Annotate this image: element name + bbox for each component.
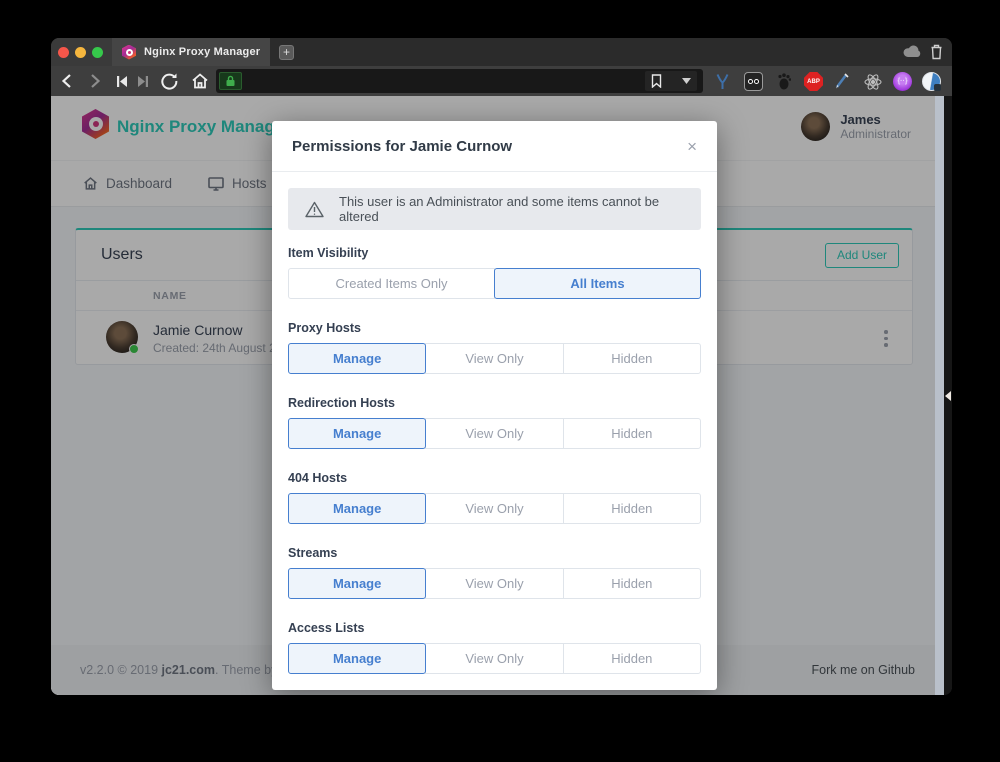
react-devtools-icon[interactable] bbox=[863, 72, 882, 91]
warning-triangle-icon bbox=[305, 201, 324, 218]
option-button-view-only[interactable]: View Only bbox=[425, 343, 563, 374]
panel-toggle-arrow-icon[interactable] bbox=[945, 391, 951, 401]
tab-title: Nginx Proxy Manager bbox=[144, 46, 260, 58]
admin-warning-alert: This user is an Administrator and some i… bbox=[288, 188, 701, 230]
adblock-plus-icon[interactable]: ABP bbox=[804, 72, 823, 91]
browser-toolbar: ABP {··} bbox=[51, 66, 952, 96]
extension-clock-icon[interactable] bbox=[922, 72, 941, 91]
permission-label-proxy-hosts: Proxy Hosts bbox=[288, 321, 701, 335]
https-lock-icon[interactable] bbox=[219, 72, 242, 90]
option-button-manage[interactable]: Manage bbox=[288, 418, 426, 449]
option-button-view-only[interactable]: View Only bbox=[425, 418, 563, 449]
rewind-icon[interactable] bbox=[115, 75, 128, 88]
option-button-all-items[interactable]: All Items bbox=[494, 268, 701, 299]
permissions-modal: Permissions for Jamie Curnow × This user… bbox=[272, 121, 717, 690]
extension-purple-icon[interactable]: {··} bbox=[893, 72, 912, 91]
extension-goggles-icon[interactable] bbox=[744, 72, 763, 91]
address-bar[interactable] bbox=[216, 69, 703, 93]
permission-label-item-visibility: Item Visibility bbox=[288, 246, 701, 260]
permission-group-access-lists: ManageView OnlyHidden bbox=[288, 643, 701, 674]
option-button-manage[interactable]: Manage bbox=[288, 493, 426, 524]
option-button-hidden[interactable]: Hidden bbox=[563, 493, 701, 524]
modal-close-icon[interactable]: × bbox=[687, 138, 697, 155]
minimize-window-button[interactable] bbox=[75, 47, 86, 58]
fast-forward-icon[interactable] bbox=[137, 75, 150, 88]
option-button-view-only[interactable]: View Only bbox=[425, 493, 563, 524]
extension-fork-icon[interactable] bbox=[713, 72, 732, 91]
modal-title: Permissions for Jamie Curnow bbox=[292, 138, 512, 155]
modal-body: This user is an Administrator and some i… bbox=[272, 172, 717, 690]
modal-header: Permissions for Jamie Curnow × bbox=[272, 121, 717, 172]
forward-icon[interactable] bbox=[88, 73, 102, 89]
reload-icon[interactable] bbox=[161, 72, 178, 90]
permission-label-streams: Streams bbox=[288, 546, 701, 560]
option-button-hidden[interactable]: Hidden bbox=[563, 568, 701, 599]
zoom-window-button[interactable] bbox=[92, 47, 103, 58]
option-button-manage[interactable]: Manage bbox=[288, 343, 426, 374]
permission-group-redirection-hosts: ManageView OnlyHidden bbox=[288, 418, 701, 449]
option-button-created-items-only[interactable]: Created Items Only bbox=[288, 268, 495, 299]
option-button-hidden[interactable]: Hidden bbox=[563, 343, 701, 374]
permission-label-404-hosts: 404 Hosts bbox=[288, 471, 701, 485]
admin-warning-text: This user is an Administrator and some i… bbox=[339, 194, 684, 224]
page-scrollbar[interactable] bbox=[935, 96, 944, 695]
browser-tab[interactable]: Nginx Proxy Manager bbox=[112, 38, 270, 66]
page-viewport: Nginx Proxy Manager James Administrator … bbox=[51, 96, 935, 695]
close-window-button[interactable] bbox=[58, 47, 69, 58]
browser-tab-bar: Nginx Proxy Manager + bbox=[51, 38, 952, 66]
permission-label-redirection-hosts: Redirection Hosts bbox=[288, 396, 701, 410]
permission-label-access-lists: Access Lists bbox=[288, 621, 701, 635]
option-button-manage[interactable]: Manage bbox=[288, 643, 426, 674]
sync-cloud-icon[interactable] bbox=[903, 45, 921, 58]
browser-window: Nginx Proxy Manager + bbox=[51, 38, 952, 695]
option-button-hidden[interactable]: Hidden bbox=[563, 643, 701, 674]
bookmark-icon[interactable] bbox=[651, 74, 662, 88]
traffic-light-area bbox=[51, 38, 112, 66]
option-button-hidden[interactable]: Hidden bbox=[563, 418, 701, 449]
permission-group-proxy-hosts: ManageView OnlyHidden bbox=[288, 343, 701, 374]
home-icon[interactable] bbox=[191, 72, 209, 90]
back-icon[interactable] bbox=[60, 73, 74, 89]
permission-group-item-visibility: Created Items OnlyAll Items bbox=[288, 268, 701, 299]
option-button-manage[interactable]: Manage bbox=[288, 568, 426, 599]
extension-pen-icon[interactable] bbox=[833, 72, 852, 91]
trash-icon[interactable] bbox=[930, 44, 943, 60]
option-button-view-only[interactable]: View Only bbox=[425, 568, 563, 599]
npm-favicon-icon bbox=[122, 45, 136, 60]
permission-group-404-hosts: ManageView OnlyHidden bbox=[288, 493, 701, 524]
bookmark-controls bbox=[645, 71, 697, 91]
bookmark-dropdown-caret-icon[interactable] bbox=[682, 78, 691, 84]
option-button-view-only[interactable]: View Only bbox=[425, 643, 563, 674]
new-tab-button[interactable]: + bbox=[279, 45, 294, 60]
extension-gnome-foot-icon[interactable] bbox=[774, 72, 793, 91]
permission-group-streams: ManageView OnlyHidden bbox=[288, 568, 701, 599]
